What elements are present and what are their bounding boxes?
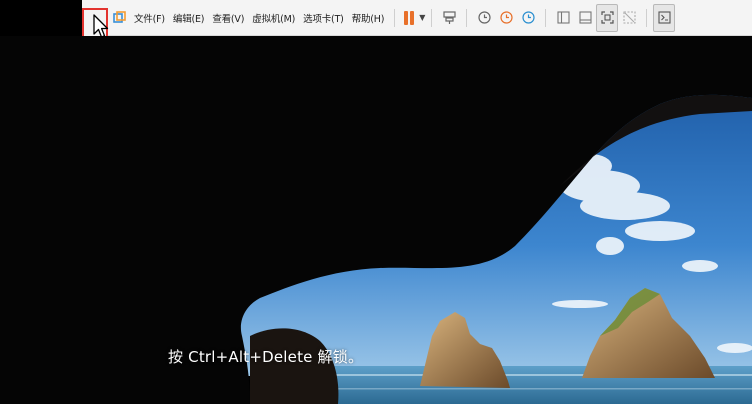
lockscreen-wallpaper[interactable]: 按 Ctrl+Alt+Delete 解锁。 — [0, 36, 752, 404]
pause-icon — [401, 10, 417, 25]
unity-button[interactable] — [618, 4, 640, 32]
toolbar-separator — [466, 8, 468, 27]
snapshot-icon — [478, 11, 491, 24]
menu-edit[interactable]: 编辑(E) — [169, 4, 208, 32]
vmware-icon[interactable] — [108, 4, 130, 32]
snapshot-manager-button[interactable] — [517, 4, 539, 32]
fullscreen-button[interactable] — [596, 3, 619, 32]
send-ctrl-alt-del-icon — [443, 11, 456, 24]
console-view-icon — [658, 11, 671, 24]
revert-snapshot-icon — [500, 11, 513, 24]
fullscreen-icon — [601, 11, 614, 24]
menu-help[interactable]: 帮助(H) — [348, 4, 389, 32]
toolbar-separator — [646, 8, 648, 27]
thumbnail-bar-button[interactable] — [574, 4, 596, 32]
snapshot-button[interactable] — [473, 4, 495, 32]
unlock-prompt: 按 Ctrl+Alt+Delete 解锁。 — [168, 348, 364, 366]
toolbar-separator — [394, 8, 396, 27]
console-view-button[interactable] — [653, 3, 676, 32]
chevron-left-icon: ‹ — [92, 16, 98, 30]
menu-tabs[interactable]: 选项卡(T) — [299, 4, 348, 32]
toolbar-separator — [545, 8, 547, 27]
pause-button[interactable]: ▼ — [401, 4, 425, 32]
menu-vm[interactable]: 虚拟机(M) — [248, 4, 299, 32]
host-background — [0, 0, 82, 36]
thumbnail-bar-icon — [579, 11, 592, 24]
menu-view[interactable]: 查看(V) — [208, 4, 248, 32]
unity-icon — [623, 11, 636, 24]
library-button[interactable] — [552, 4, 574, 32]
toolbar-separator — [431, 8, 433, 27]
library-icon — [557, 11, 570, 24]
revert-snapshot-button[interactable] — [495, 4, 517, 32]
vm-toolbar: ‹ 文件(F) 编辑(E) 查看(V) 虚拟机(M) 选项卡(T) 帮助(H) … — [82, 0, 752, 52]
send-ctrl-alt-del-button[interactable] — [438, 4, 460, 32]
menu-file[interactable]: 文件(F) — [130, 4, 169, 32]
snapshot-manager-icon — [522, 11, 535, 24]
chevron-down-icon: ▼ — [419, 13, 426, 22]
